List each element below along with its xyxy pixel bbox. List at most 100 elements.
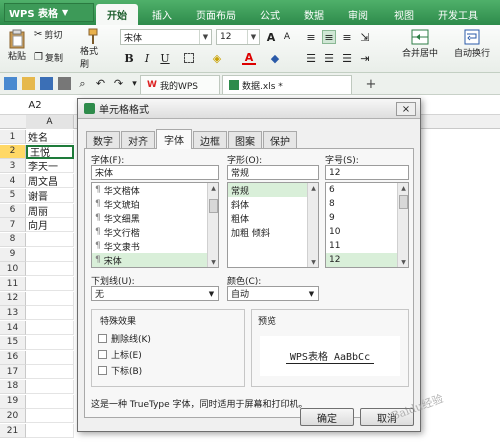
cell[interactable]: 向月: [26, 218, 74, 233]
add-tab-button[interactable]: +: [364, 76, 378, 92]
scroll-up-icon[interactable]: ▲: [398, 183, 408, 193]
indent-icon[interactable]: ⇥: [358, 51, 372, 65]
cell[interactable]: 周丽: [26, 203, 74, 218]
save-icon[interactable]: [40, 77, 53, 90]
list-item[interactable]: 8: [326, 197, 408, 211]
list-item[interactable]: ¶ 华文隶书: [92, 239, 218, 253]
list-item[interactable]: 斜体: [228, 197, 318, 211]
tab-font[interactable]: 字体: [156, 129, 192, 149]
font-style-input[interactable]: 常规: [227, 165, 319, 180]
style-list-scrollbar[interactable]: ▲ ▼: [307, 183, 318, 267]
row-header[interactable]: 19: [0, 394, 26, 409]
row-header[interactable]: 3: [0, 159, 26, 174]
tab-formula[interactable]: 公式: [250, 4, 290, 25]
cell[interactable]: 王悦: [26, 144, 74, 159]
row-header[interactable]: 8: [0, 232, 26, 247]
scroll-down-icon[interactable]: ▼: [398, 257, 408, 267]
cell[interactable]: 姓名: [26, 130, 74, 144]
tab-protection[interactable]: 保护: [263, 131, 297, 148]
strikethrough-checkbox[interactable]: 删除线(K): [98, 332, 151, 345]
tab-border[interactable]: 边框: [193, 131, 227, 148]
list-item[interactable]: 10: [326, 225, 408, 239]
list-item[interactable]: 加粗 倾斜: [228, 225, 318, 239]
align-left-icon[interactable]: ☰: [304, 51, 318, 65]
orientation-icon[interactable]: ⇲: [358, 30, 372, 44]
cell[interactable]: [26, 262, 74, 277]
app-menu-button[interactable]: WPS 表格 ▼: [4, 3, 94, 22]
clear-format-button[interactable]: ◆: [268, 51, 282, 65]
cell[interactable]: [26, 232, 74, 247]
font-color-button[interactable]: A: [242, 51, 256, 65]
tab-view[interactable]: 视图: [384, 4, 424, 25]
font-list[interactable]: ¶ 华文楷体 ¶ 华文琥珀 ¶ 华文细黑 ¶ 华文行楷 ¶ 华文隶书 ¶ 宋体 ▲ ▼: [91, 182, 219, 268]
cell[interactable]: 李天一: [26, 159, 74, 174]
cell[interactable]: [26, 394, 74, 409]
cell[interactable]: 谢晋: [26, 188, 74, 203]
tab-alignment[interactable]: 对齐: [121, 131, 155, 148]
list-item[interactable]: ¶ 宋体: [92, 253, 218, 267]
list-item[interactable]: 粗体: [228, 211, 318, 225]
list-item[interactable]: 9: [326, 211, 408, 225]
scroll-thumb[interactable]: [209, 199, 218, 213]
undo-icon[interactable]: ↶: [94, 77, 107, 90]
underline-select[interactable]: 无 ▼: [91, 286, 219, 301]
print-icon[interactable]: [58, 77, 71, 90]
format-painter-button[interactable]: 格式刷: [80, 28, 106, 70]
size-list-scrollbar[interactable]: ▲ ▼: [397, 183, 408, 267]
scroll-up-icon[interactable]: ▲: [208, 183, 218, 193]
scroll-thumb[interactable]: [399, 195, 408, 209]
font-input[interactable]: 宋体: [91, 165, 219, 180]
row-header[interactable]: 14: [0, 321, 26, 336]
scroll-down-icon[interactable]: ▼: [208, 257, 218, 267]
fill-color-button[interactable]: ◈: [210, 51, 224, 65]
row-header[interactable]: 1: [0, 130, 26, 144]
scroll-up-icon[interactable]: ▲: [308, 183, 318, 193]
tab-data[interactable]: 数据: [294, 4, 334, 25]
align-center-icon[interactable]: ☰: [322, 51, 336, 65]
color-select[interactable]: 自动 ▼: [227, 286, 319, 301]
cell[interactable]: [26, 424, 74, 438]
cell[interactable]: [26, 291, 74, 306]
tab-review[interactable]: 审阅: [338, 4, 378, 25]
cell[interactable]: 周文昌: [26, 174, 74, 189]
tab-developer[interactable]: 开发工具: [428, 4, 488, 25]
dialog-title-bar[interactable]: 单元格格式: [78, 99, 420, 119]
paste-button[interactable]: 粘贴: [6, 29, 28, 69]
font-size-list[interactable]: 6 8 9 10 11 12 ▲ ▼: [325, 182, 409, 268]
close-button[interactable]: ×: [396, 102, 416, 116]
cell[interactable]: [26, 306, 74, 321]
list-item[interactable]: ¶ 华文楷体: [92, 183, 218, 197]
superscript-checkbox[interactable]: 上标(E): [98, 348, 142, 361]
cell[interactable]: [26, 321, 74, 336]
name-box[interactable]: A2: [4, 97, 66, 113]
italic-button[interactable]: I: [140, 51, 154, 65]
list-item[interactable]: ¶ 华文琥珀: [92, 197, 218, 211]
row-header[interactable]: 7: [0, 218, 26, 233]
row-header[interactable]: 11: [0, 277, 26, 291]
bold-button[interactable]: B: [122, 51, 136, 65]
align-top-icon[interactable]: ≡: [304, 30, 318, 44]
row-header[interactable]: 17: [0, 365, 26, 380]
list-item[interactable]: 11: [326, 239, 408, 253]
list-item[interactable]: ¶ 华文行楷: [92, 225, 218, 239]
align-middle-icon[interactable]: ≡: [322, 30, 336, 44]
row-header[interactable]: 15: [0, 335, 26, 350]
print-preview-icon[interactable]: ⌕: [76, 77, 89, 90]
tab-number[interactable]: 数字: [86, 131, 120, 148]
tab-data-xls[interactable]: 数据.xls *: [222, 75, 352, 94]
tab-pattern[interactable]: 图案: [228, 131, 262, 148]
ok-button[interactable]: 确定: [300, 408, 354, 426]
cell[interactable]: [26, 335, 74, 350]
font-size-select[interactable]: 12 ▼: [216, 29, 260, 45]
align-right-icon[interactable]: ☰: [340, 51, 354, 65]
cell[interactable]: [26, 379, 74, 394]
cut-button[interactable]: ✂ 剪切: [34, 28, 62, 41]
row-header[interactable]: 20: [0, 409, 26, 424]
row-header[interactable]: 6: [0, 203, 26, 218]
underline-button[interactable]: U: [158, 51, 172, 65]
merge-center-button[interactable]: 合并居中: [396, 28, 444, 70]
font-size-input[interactable]: 12: [325, 165, 409, 180]
list-item[interactable]: ¶ 华文细黑: [92, 211, 218, 225]
open-folder-icon[interactable]: [22, 77, 35, 90]
row-header[interactable]: 2: [0, 144, 26, 159]
